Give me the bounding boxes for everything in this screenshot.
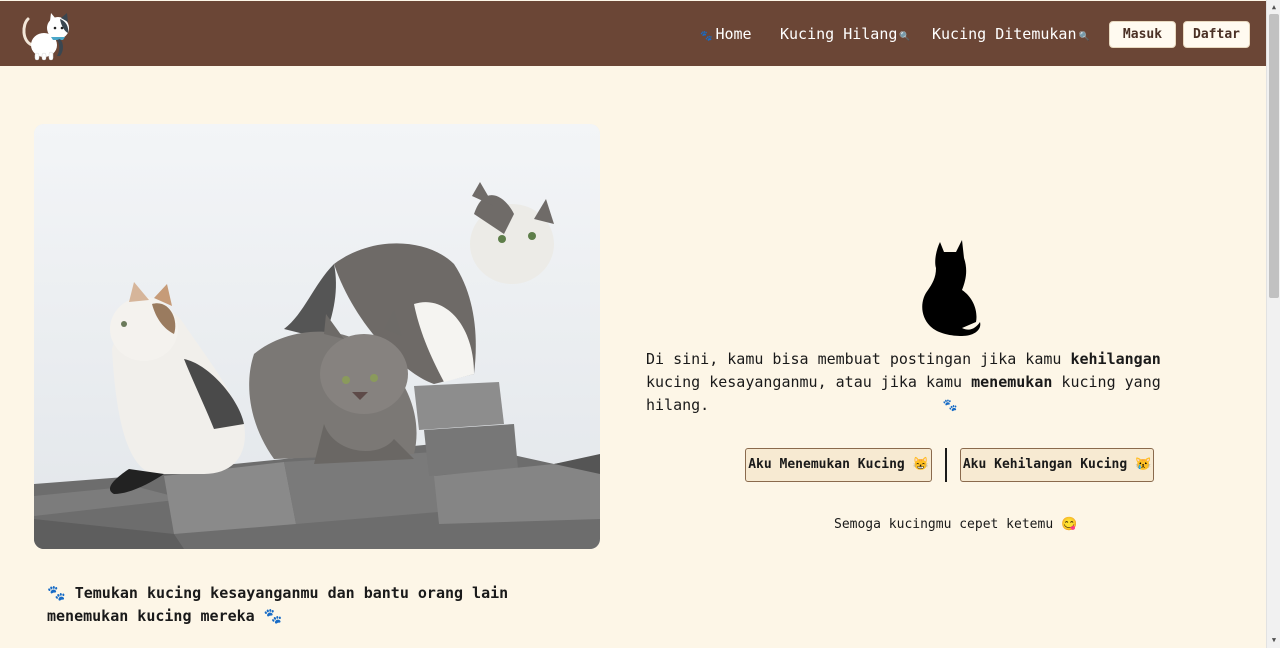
paw-icon: 🐾 bbox=[942, 398, 958, 412]
wish-text: Semoga kucingmu cepet ketemu 😋 bbox=[834, 517, 1078, 532]
found-cat-button[interactable]: Aku Menemukan Kucing 😸 bbox=[745, 448, 932, 482]
nav-kucing-hilang-link[interactable]: Kucing Hilang 🔍 bbox=[780, 25, 911, 46]
navbar: 🐾 Home Kucing Hilang 🔍 Kucing Ditemukan 🔍 M… bbox=[0, 1, 1266, 66]
scroll-down-icon[interactable]: ▼ bbox=[1270, 636, 1278, 644]
login-button[interactable]: Masuk bbox=[1109, 21, 1176, 48]
scroll-thumb[interactable] bbox=[1269, 14, 1279, 298]
intro-text-part-1: Di sini, kamu bisa membuat postingan jik… bbox=[646, 350, 1071, 368]
button-divider bbox=[945, 448, 947, 482]
nav-home-link[interactable]: 🐾 Home bbox=[700, 25, 752, 46]
scroll-up-icon[interactable]: ▲ bbox=[1270, 3, 1278, 11]
search-icon: 🔍 bbox=[1078, 32, 1090, 42]
nav-kucing-hilang-label: Kucing Hilang bbox=[780, 25, 898, 43]
hero-tagline: 🐾 Temukan kucing kesayanganmu dan bantu … bbox=[47, 584, 509, 625]
register-button[interactable]: Daftar bbox=[1183, 21, 1250, 48]
cat-silhouette-icon bbox=[922, 240, 981, 336]
paw-icon: 🐾 bbox=[700, 31, 713, 42]
lost-cat-button[interactable]: Aku Kehilangan Kucing 😿 bbox=[960, 448, 1154, 482]
search-icon: 🔍 bbox=[899, 32, 911, 42]
cat-logo-icon[interactable] bbox=[20, 11, 72, 61]
intro-text: Di sini, kamu bisa membuat postingan jik… bbox=[646, 348, 1206, 417]
intro-text-part-2: kucing kesayanganmu, atau jika kamu bbox=[646, 373, 972, 391]
vertical-scrollbar[interactable]: ▲ ▼ bbox=[1266, 0, 1280, 648]
nav-kucing-ditemukan-link[interactable]: Kucing Ditemukan 🔍 bbox=[932, 25, 1090, 46]
intro-bold-kehilangan: kehilangan bbox=[1070, 350, 1161, 368]
nav-kucing-ditemukan-label: Kucing Ditemukan bbox=[932, 25, 1077, 43]
nav-home-label: Home bbox=[715, 25, 752, 43]
intro-bold-menemukan: menemukan bbox=[971, 373, 1053, 391]
cats-on-bricks-photo bbox=[34, 124, 600, 549]
